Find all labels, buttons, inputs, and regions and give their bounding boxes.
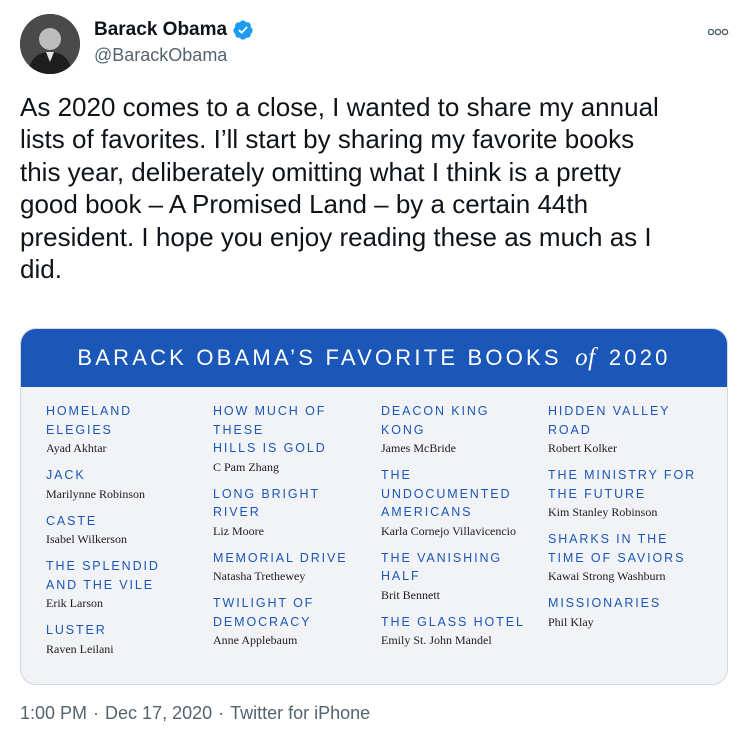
- book-entry: THE MINISTRY FOR THE FUTURE Kim Stanley Ro…: [548, 466, 708, 521]
- book-title: HOMELAND ELEGIES: [46, 404, 133, 437]
- tweet-date[interactable]: Dec 17, 2020: [105, 703, 212, 724]
- media-image-card[interactable]: BARACK OBAMA’S FAVORITE BOOKS of 2020 HO…: [20, 328, 728, 685]
- book-title: LUSTER: [46, 623, 107, 637]
- book-author: Kim Stanley Robinson: [548, 505, 658, 519]
- book-title: THE UNDOCUMENTED AMERICANS: [381, 468, 512, 519]
- book-author: Natasha Trethewey: [213, 569, 306, 583]
- tweet-time[interactable]: 1:00 PM: [20, 703, 87, 724]
- book-entry: CASTE Isabel Wilkerson: [46, 512, 206, 549]
- banner-of: of: [575, 344, 596, 371]
- tweet-meta: 1:00 PM · Dec 17, 2020 · Twitter for iPh…: [20, 703, 370, 724]
- meta-separator-2: ·: [218, 703, 225, 723]
- book-title: HOW MUCH OF THESE HILLS IS GOLD: [213, 404, 327, 455]
- card-banner: BARACK OBAMA’S FAVORITE BOOKS of 2020: [21, 329, 727, 387]
- more-options-icon[interactable]: [706, 20, 730, 44]
- book-title: THE GLASS HOTEL: [381, 614, 525, 629]
- book-author: Kawai Strong Washburn: [548, 569, 666, 583]
- book-entry: HIDDEN VALLEY ROAD Robert Kolker: [548, 402, 708, 457]
- book-author: Erik Larson: [46, 596, 103, 610]
- book-title: JACK: [46, 468, 86, 482]
- book-title: MISSIONARIES: [548, 596, 662, 610]
- book-entry: THE VANISHING HALF Brit Bennett: [381, 549, 541, 604]
- book-entry: TWILIGHT OF DEMOCRACY Anne Applebaum: [213, 594, 373, 649]
- book-entry: HOW MUCH OF THESE HILLS IS GOLD C Pam Zhang: [213, 402, 373, 476]
- book-entry: SHARKS IN THE TIME OF SAVIORS Kawai Strong…: [548, 530, 708, 585]
- meta-separator-1: ·: [93, 703, 100, 723]
- book-title: SHARKS IN THE TIME OF SAVIORS: [548, 532, 686, 565]
- book-author: Isabel Wilkerson: [46, 532, 127, 546]
- book-column-2: HOW MUCH OF THESE HILLS IS GOLD C Pam Zhang…: [213, 402, 373, 658]
- book-author: Robert Kolker: [548, 441, 617, 455]
- verified-badge-icon: [232, 19, 254, 41]
- book-entry: THE SPLENDID AND THE VILE Erik Larson: [46, 557, 206, 612]
- tweet-source[interactable]: Twitter for iPhone: [230, 703, 370, 724]
- book-entry: DEACON KING KONG James McBride: [381, 402, 541, 457]
- book-entry: THE GLASS HOTEL Emily St. John Mandel: [381, 613, 541, 650]
- book-author: C Pam Zhang: [213, 459, 279, 474]
- book-author: Emily St. John Mandel: [381, 633, 492, 647]
- book-author: James McBride: [381, 441, 456, 455]
- book-column-1: HOMELAND ELEGIES Ayad Akhtar JACK Marilynne …: [46, 402, 206, 667]
- avatar[interactable]: [20, 14, 80, 74]
- book-title: CASTE: [46, 513, 98, 528]
- book-title: LONG BRIGHT RIVER: [213, 486, 321, 520]
- author-handle[interactable]: @BarackObama: [94, 45, 227, 66]
- book-entry: MISSIONARIES Phil Klay: [548, 594, 708, 631]
- book-author: Anne Applebaum: [213, 633, 298, 647]
- banner-year: 2020: [608, 345, 671, 370]
- book-title: MEMORIAL DRIVE: [213, 550, 348, 565]
- author-display-name[interactable]: Barack Obama: [94, 19, 227, 41]
- avatar-photo: [20, 14, 80, 74]
- book-title: THE MINISTRY FOR THE FUTURE: [548, 468, 697, 501]
- book-title: HIDDEN VALLEY ROAD: [548, 404, 671, 437]
- book-entry: MEMORIAL DRIVE Natasha Trethewey: [213, 549, 373, 586]
- book-title: THE VANISHING HALF: [381, 550, 503, 584]
- book-author: Ayad Akhtar: [46, 441, 107, 455]
- book-title: THE SPLENDID AND THE VILE: [46, 559, 160, 592]
- book-title: DEACON KING KONG: [381, 404, 490, 437]
- book-author: Karla Cornejo Villavicencio: [381, 523, 517, 538]
- book-column-3: DEACON KING KONG James McBride THE UNDOCUMEN…: [381, 402, 541, 658]
- book-author: Marilynne Robinson: [46, 486, 145, 501]
- tweet-header: Barack Obama @BarackObama: [20, 10, 730, 76]
- book-columns: HOMELAND ELEGIES Ayad Akhtar JACK Marilynne …: [21, 387, 727, 684]
- book-column-4: HIDDEN VALLEY ROAD Robert Kolker THE MINIST…: [548, 402, 708, 640]
- book-entry: LUSTER Raven Leilani: [46, 621, 206, 658]
- book-entry: THE UNDOCUMENTED AMERICANS Karla Cornejo Vi…: [381, 466, 541, 540]
- book-entry: LONG BRIGHT RIVER Liz Moore: [213, 485, 373, 540]
- book-author: Liz Moore: [213, 523, 264, 538]
- tweet-text: As 2020 comes to a close, I wanted to sh…: [20, 92, 659, 285]
- book-title: TWILIGHT OF DEMOCRACY: [213, 596, 315, 629]
- book-entry: HOMELAND ELEGIES Ayad Akhtar: [46, 402, 206, 457]
- book-author: Raven Leilani: [46, 641, 114, 656]
- book-author: Brit Bennett: [381, 587, 440, 602]
- book-author: Phil Klay: [548, 614, 594, 629]
- banner-title: BARACK OBAMA’S FAVORITE BOOKS: [77, 345, 562, 370]
- book-entry: JACK Marilynne Robinson: [46, 466, 206, 503]
